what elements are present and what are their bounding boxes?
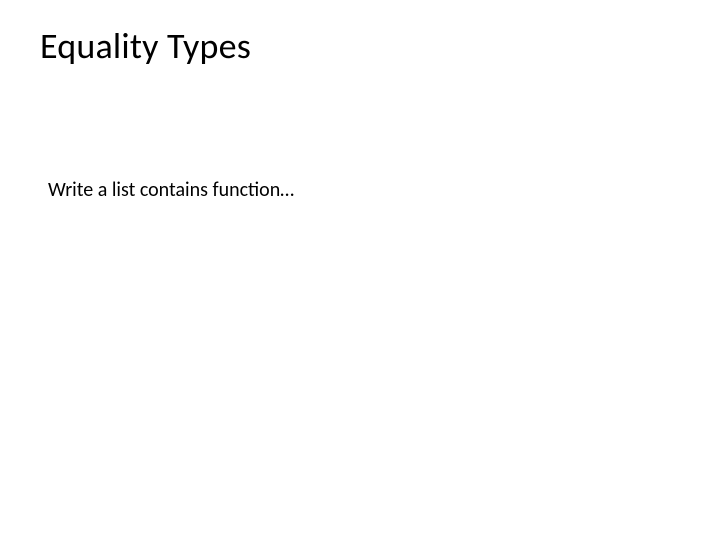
- slide: Equality Types Write a list contains fun…: [0, 0, 720, 540]
- slide-body-text: Write a list contains function…: [48, 178, 680, 202]
- slide-title: Equality Types: [40, 24, 680, 68]
